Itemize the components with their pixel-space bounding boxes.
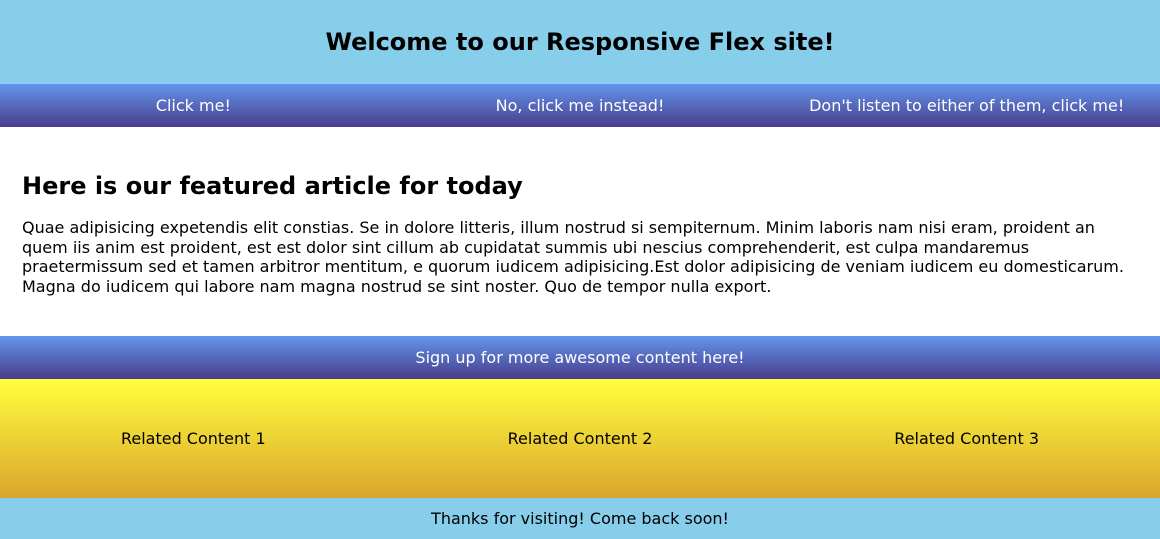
nav-link-dont-listen[interactable]: Don't listen to either of them, click me…	[773, 84, 1160, 127]
nav-bar: Click me! No, click me instead! Don't li…	[0, 84, 1160, 127]
page-title: Welcome to our Responsive Flex site!	[325, 28, 835, 56]
related-content-item-1: Related Content 1	[120, 429, 266, 448]
article-heading: Here is our featured article for today	[22, 172, 523, 200]
related-content-item-2: Related Content 2	[507, 429, 653, 448]
nav-link-click-me[interactable]: Click me!	[0, 84, 387, 127]
article-body: Quae adipisicing expetendis elit constia…	[22, 218, 1124, 296]
nav-link-click-me-instead[interactable]: No, click me instead!	[387, 84, 774, 127]
signup-bar: Sign up for more awesome content here!	[0, 336, 1160, 379]
related-content-item-3: Related Content 3	[894, 429, 1040, 448]
related-content-section: Related Content 1 Related Content 2 Rela…	[0, 379, 1160, 498]
site-footer: Thanks for visiting! Come back soon!	[0, 498, 1160, 539]
signup-link[interactable]: Sign up for more awesome content here!	[415, 348, 744, 367]
footer-text: Thanks for visiting! Come back soon!	[431, 509, 729, 528]
site-header: Welcome to our Responsive Flex site!	[0, 0, 1160, 84]
featured-article: Here is our featured article for today Q…	[0, 127, 1160, 336]
